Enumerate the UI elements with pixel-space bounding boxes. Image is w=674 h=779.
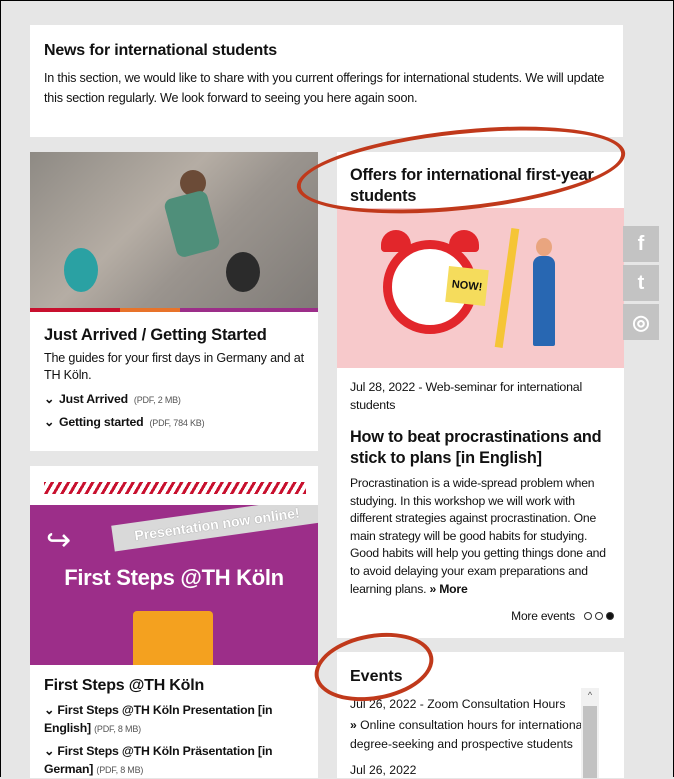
news-card: News for international students In this … <box>30 25 623 137</box>
carousel-dot[interactable] <box>584 612 592 620</box>
pencil-icon <box>494 228 520 348</box>
presentation-screen-icon <box>133 611 213 665</box>
twitter-icon[interactable]: t <box>623 265 659 301</box>
curved-arrow-icon: ↪ <box>46 524 72 557</box>
first-steps-card: ↪ Presentation now online! First Steps @… <box>30 466 318 778</box>
link-label[interactable]: First Steps @TH Köln Presentation [in En… <box>44 703 273 735</box>
first-steps-title: First Steps @TH Köln <box>44 677 205 694</box>
file-meta: (PDF, 8 MB) <box>94 724 141 734</box>
promo-title: First Steps @TH Köln <box>64 565 284 590</box>
event-item-date: Jul 26, 2022 <box>350 763 417 777</box>
offers-card: Offers for international first-year stud… <box>337 152 624 638</box>
event-headline[interactable]: How to beat procrastinations and stick t… <box>350 427 618 469</box>
color-stripe <box>30 308 120 312</box>
getting-started-link[interactable]: ⌄ Getting started (PDF, 784 KB) <box>44 415 205 429</box>
events-scrollbar[interactable]: ^ <box>581 688 599 778</box>
download-icon: ⌄ <box>44 703 58 717</box>
carousel-dot[interactable] <box>595 612 603 620</box>
hatch-decoration <box>44 482 306 494</box>
more-label[interactable]: More <box>439 582 468 596</box>
first-steps-german-link[interactable]: ⌄ First Steps @TH Köln Präsentation [in … <box>44 742 314 779</box>
download-icon: ⌄ <box>44 415 55 429</box>
file-meta: (PDF, 2 MB) <box>133 395 181 405</box>
instagram-icon[interactable]: ◎ <box>623 304 659 340</box>
file-meta: (PDF, 8 MB) <box>96 765 144 775</box>
news-title: News for international students <box>44 42 277 59</box>
scroll-up-icon[interactable]: ^ <box>581 690 599 700</box>
person-body <box>162 189 222 259</box>
person-head <box>536 238 552 256</box>
event-item-date: Jul 26, 2022 - Zoom Consultation Hours <box>350 697 566 711</box>
scroll-thumb[interactable] <box>583 706 597 778</box>
just-arrived-card: Just Arrived / Getting Started The guide… <box>30 152 318 451</box>
facebook-icon[interactable]: f <box>623 226 659 262</box>
more-events-row: More events <box>511 609 614 623</box>
person-figure <box>533 256 555 346</box>
more-link[interactable]: » More <box>429 582 467 596</box>
presentation-banner: Presentation now online! <box>111 505 318 552</box>
just-arrived-title: Just Arrived / Getting Started <box>44 326 267 344</box>
color-stripe <box>180 308 318 312</box>
now-note: NOW! <box>445 266 489 306</box>
carousel-dot-active[interactable] <box>606 612 614 620</box>
social-bar: f t ◎ <box>623 226 659 343</box>
procrastination-illustration[interactable]: NOW! <box>337 208 624 368</box>
person-blur <box>226 252 260 292</box>
download-icon: ⌄ <box>44 744 58 758</box>
event-date: Jul 28, 2022 - Web-seminar for internati… <box>350 380 583 412</box>
just-arrived-desc: The guides for your first days in German… <box>44 351 304 382</box>
news-text: In this section, we would like to share … <box>44 71 605 105</box>
event-link-label[interactable]: Online consultation hours for internatio… <box>350 718 585 751</box>
file-meta: (PDF, 784 KB) <box>149 418 205 428</box>
link-label[interactable]: First Steps @TH Köln Präsentation [in Ge… <box>44 744 273 776</box>
event-item-link[interactable]: » Online consultation hours for internat… <box>350 716 590 754</box>
event-body: Procrastination is a wide-spread problem… <box>350 475 616 598</box>
link-label[interactable]: Getting started <box>59 415 144 429</box>
students-photo[interactable] <box>30 152 318 312</box>
link-label[interactable]: Just Arrived <box>59 392 128 406</box>
more-events-link[interactable]: More events <box>511 609 575 623</box>
first-steps-promo-image[interactable]: ↪ Presentation now online! First Steps @… <box>30 505 318 665</box>
person-blur <box>64 248 98 292</box>
download-icon: ⌄ <box>44 392 55 406</box>
event-body-text: Procrastination is a wide-spread problem… <box>350 476 606 596</box>
first-steps-english-link[interactable]: ⌄ First Steps @TH Köln Presentation [in … <box>44 701 314 738</box>
just-arrived-link[interactable]: ⌄ Just Arrived (PDF, 2 MB) <box>44 392 181 406</box>
color-stripe <box>120 308 180 312</box>
